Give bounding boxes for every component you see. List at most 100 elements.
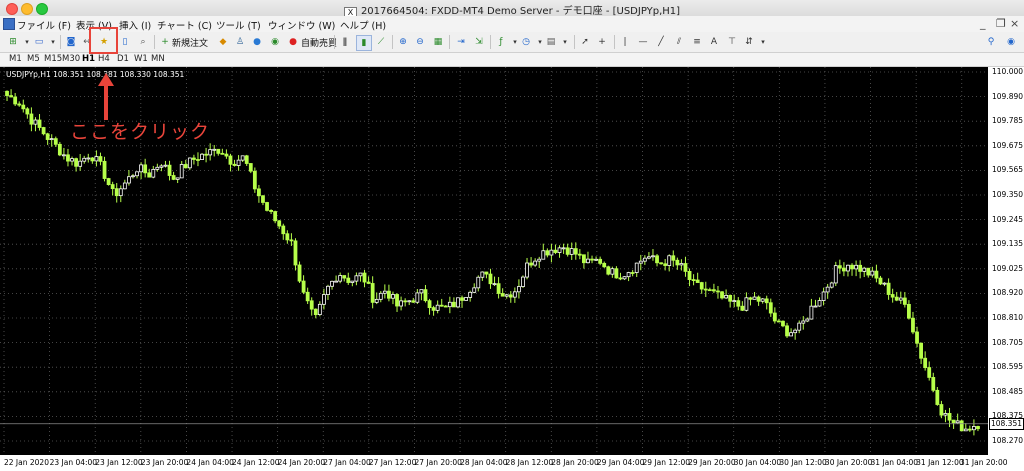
tf-h1-button[interactable]: H1 bbox=[82, 54, 95, 64]
signals-icon[interactable]: ♙ bbox=[233, 35, 247, 49]
zoom-in-icon[interactable]: ⊕ bbox=[396, 35, 410, 49]
meta-editor-icon[interactable]: ◆ bbox=[216, 35, 230, 49]
tf-m15-button[interactable]: M15 bbox=[44, 54, 62, 64]
tf-m5-button[interactable]: M5 bbox=[27, 54, 40, 64]
bull-candle bbox=[187, 157, 192, 169]
periods-icon[interactable]: ◷ bbox=[519, 35, 533, 49]
bull-candle bbox=[846, 264, 850, 272]
new-order-icon[interactable]: + bbox=[158, 35, 172, 49]
bull-candle bbox=[447, 301, 452, 308]
cursor-icon[interactable]: ➚ bbox=[578, 35, 592, 49]
tf-m1-button[interactable]: M1 bbox=[9, 54, 22, 64]
bear-candle bbox=[110, 184, 115, 190]
chart-shift-icon[interactable]: ⇥ bbox=[454, 35, 468, 49]
bear-candle bbox=[411, 300, 416, 303]
menu-chart[interactable]: チャート (C) bbox=[157, 18, 212, 32]
time-tick-label: 22 Jan 2020 bbox=[4, 458, 49, 467]
line-chart-icon[interactable]: ⟋ bbox=[374, 35, 388, 49]
fibonacci-icon[interactable]: ≡ bbox=[690, 35, 704, 49]
bull-candle bbox=[561, 247, 566, 250]
market-icon[interactable]: ◉ bbox=[268, 35, 282, 49]
bear-candle bbox=[878, 277, 883, 285]
profiles-icon[interactable]: ▭ bbox=[32, 35, 46, 49]
bear-candle bbox=[427, 300, 432, 309]
tile-windows-icon[interactable]: ▦ bbox=[431, 35, 445, 49]
bear-candle bbox=[57, 143, 62, 156]
bear-candle bbox=[305, 291, 310, 302]
market-watch-icon[interactable]: ◙ bbox=[64, 35, 78, 49]
autoscroll-icon[interactable]: ⇲ bbox=[472, 35, 486, 49]
bear-candle bbox=[939, 404, 944, 416]
bull-candle bbox=[200, 153, 204, 160]
search-icon[interactable]: ⚲ bbox=[984, 35, 998, 49]
bull-candle bbox=[415, 292, 420, 303]
auto-trading-icon[interactable]: ● bbox=[286, 35, 300, 49]
tf-mn-button[interactable]: MN bbox=[151, 54, 165, 64]
menu-insert[interactable]: 挿入 (I) bbox=[119, 18, 151, 32]
tf-d1-button[interactable]: D1 bbox=[117, 54, 129, 64]
bear-candle bbox=[590, 258, 594, 261]
arrows-dropdown-icon[interactable]: ▾ bbox=[756, 35, 770, 49]
indicators-icon[interactable]: ƒ bbox=[494, 35, 508, 49]
bear-candle bbox=[553, 249, 558, 253]
restore-chart-icon[interactable]: ❐ bbox=[996, 17, 1006, 30]
text-icon[interactable]: A bbox=[707, 35, 721, 49]
zoom-out-icon[interactable]: ⊖ bbox=[413, 35, 427, 49]
bear-candle bbox=[866, 267, 871, 276]
bear-candle bbox=[362, 272, 367, 283]
bull-candle bbox=[537, 258, 542, 262]
menu-help[interactable]: ヘルプ (H) bbox=[340, 18, 386, 32]
bar-chart-icon[interactable]: ǁ bbox=[338, 35, 352, 49]
tf-w1-button[interactable]: W1 bbox=[134, 54, 148, 64]
channel-icon[interactable]: ⫽ bbox=[672, 35, 686, 49]
price-axis[interactable] bbox=[988, 67, 1024, 455]
crosshair-icon[interactable]: + bbox=[595, 35, 609, 49]
bull-candle bbox=[374, 298, 379, 303]
new-order-button[interactable]: 新規注文 bbox=[172, 36, 208, 49]
vps-icon[interactable]: ● bbox=[250, 35, 264, 49]
time-tick-label: 29 Jan 04:00 bbox=[596, 458, 645, 467]
profiles-dropdown-icon[interactable]: ▾ bbox=[46, 35, 60, 49]
time-tick-label: 30 Jan 04:00 bbox=[733, 458, 782, 467]
app-menu-icon[interactable] bbox=[3, 18, 15, 30]
time-tick-label: 30 Jan 12:00 bbox=[779, 458, 827, 467]
terminal-icon[interactable]: ▯ bbox=[118, 35, 132, 49]
bull-candle bbox=[464, 297, 468, 301]
bear-candle bbox=[37, 119, 42, 128]
bear-candle bbox=[772, 312, 777, 322]
vertical-line-icon[interactable]: | bbox=[618, 35, 632, 49]
title-bar: X 2017664504: FXDD-MT4 Demo Server - デモ口座… bbox=[0, 0, 1024, 20]
community-icon[interactable]: ◉ bbox=[1004, 35, 1018, 49]
bear-candle bbox=[545, 250, 550, 256]
bear-candle bbox=[967, 428, 972, 431]
bull-candle bbox=[407, 300, 412, 303]
bear-candle bbox=[41, 127, 46, 135]
templates-icon[interactable]: ▤ bbox=[544, 35, 558, 49]
trendline-icon[interactable]: ╱ bbox=[654, 35, 668, 49]
menu-file[interactable]: ファイル (F) bbox=[17, 18, 71, 32]
close-chart-icon[interactable]: × bbox=[1010, 17, 1019, 30]
menu-tools[interactable]: ツール (T) bbox=[216, 18, 261, 32]
bull-candle bbox=[586, 258, 590, 264]
minimize-chart-icon[interactable]: _ bbox=[980, 17, 986, 30]
arrows-icon[interactable]: ⇵ bbox=[742, 35, 756, 49]
bull-candle bbox=[752, 296, 757, 300]
tf-h4-button[interactable]: H4 bbox=[98, 54, 110, 64]
bull-candle bbox=[955, 420, 960, 424]
bear-candle bbox=[248, 163, 253, 172]
menu-window[interactable]: ウィンドウ (W) bbox=[268, 18, 335, 32]
auto-trading-button[interactable]: 自動売買 bbox=[301, 36, 337, 49]
tf-m30-button[interactable]: M30 bbox=[62, 54, 80, 64]
horizontal-line-icon[interactable]: — bbox=[636, 35, 650, 49]
bear-candle bbox=[98, 156, 103, 162]
tester-icon[interactable]: ⌕ bbox=[136, 35, 150, 49]
bear-candle bbox=[183, 164, 188, 169]
candlestick-icon[interactable]: ▮ bbox=[356, 35, 372, 51]
templates-dropdown-icon[interactable]: ▾ bbox=[558, 35, 572, 49]
text-label-icon[interactable]: ⊤ bbox=[725, 35, 739, 49]
bear-candle bbox=[74, 158, 78, 167]
new-chart-icon[interactable]: ⊞ bbox=[6, 35, 20, 49]
bear-candle bbox=[147, 172, 152, 178]
bull-candle bbox=[817, 300, 822, 307]
bull-candle bbox=[829, 282, 834, 288]
